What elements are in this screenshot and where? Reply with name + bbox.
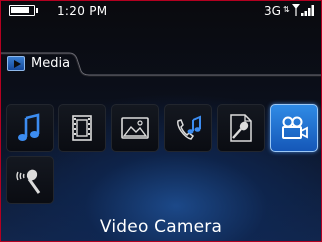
clock-time: 1:20 PM [57, 4, 108, 18]
data-transfer-icon: ⇅ [283, 5, 290, 14]
signal-strength-icon [292, 4, 314, 16]
voice-recorder-icon [16, 169, 41, 194]
app-video-camera[interactable] [270, 104, 318, 152]
media-play-icon [7, 56, 25, 71]
folder-title: Media [31, 56, 71, 71]
film-strip-icon [72, 115, 92, 141]
phone-music-icon [177, 115, 201, 140]
battery-level-fill [11, 7, 29, 13]
app-videos[interactable] [58, 104, 106, 152]
network-type: 3G [264, 4, 281, 18]
battery-icon [9, 5, 38, 16]
video-camera-icon [282, 116, 308, 139]
selected-app-caption: Video Camera [99, 217, 223, 237]
music-note-icon [18, 113, 40, 141]
home-screen: 1:20 PM 3G ⇅ Media Video Camera [0, 0, 322, 242]
app-voice-notes[interactable] [217, 104, 265, 152]
app-music[interactable] [6, 104, 54, 152]
status-bar: 1:20 PM 3G ⇅ [1, 1, 321, 21]
app-pictures[interactable] [111, 104, 159, 152]
picture-icon [121, 117, 149, 139]
app-ring-tones[interactable] [164, 104, 212, 152]
app-voice-notes-recorder[interactable] [6, 156, 54, 204]
voice-notes-icon [230, 114, 252, 142]
